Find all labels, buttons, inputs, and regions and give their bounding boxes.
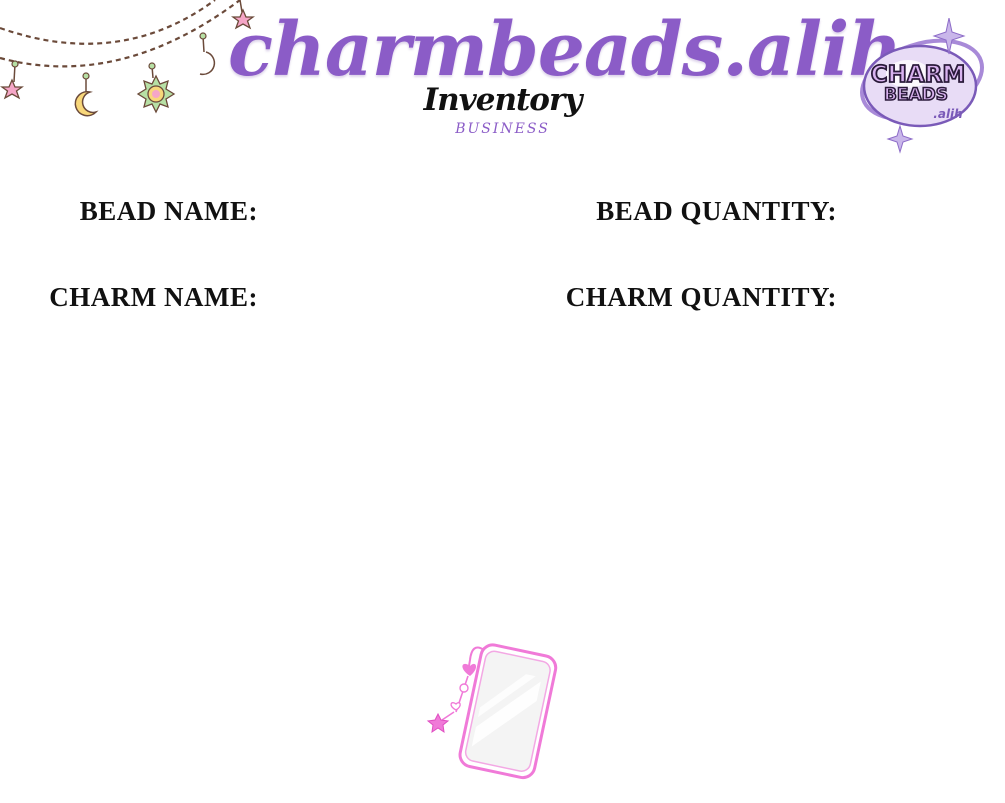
phone-charm-icon bbox=[426, 643, 558, 780]
bead-quantity-label: BEAD QUANTITY: bbox=[596, 196, 837, 226]
charm-beads-logo: CHARM BEADS .alih bbox=[859, 18, 985, 154]
charm-quantity-label: CHARM QUANTITY: bbox=[565, 282, 837, 312]
logo-text-beads: BEADS bbox=[884, 85, 948, 105]
bead-name-label: BEAD NAME: bbox=[79, 196, 258, 226]
business-kicker: BUSINESS bbox=[455, 121, 550, 137]
charm-name-label: CHARM NAME: bbox=[49, 282, 258, 312]
inventory-subtitle: Inventory bbox=[423, 82, 583, 118]
logo-text-alih: .alih bbox=[933, 107, 962, 121]
